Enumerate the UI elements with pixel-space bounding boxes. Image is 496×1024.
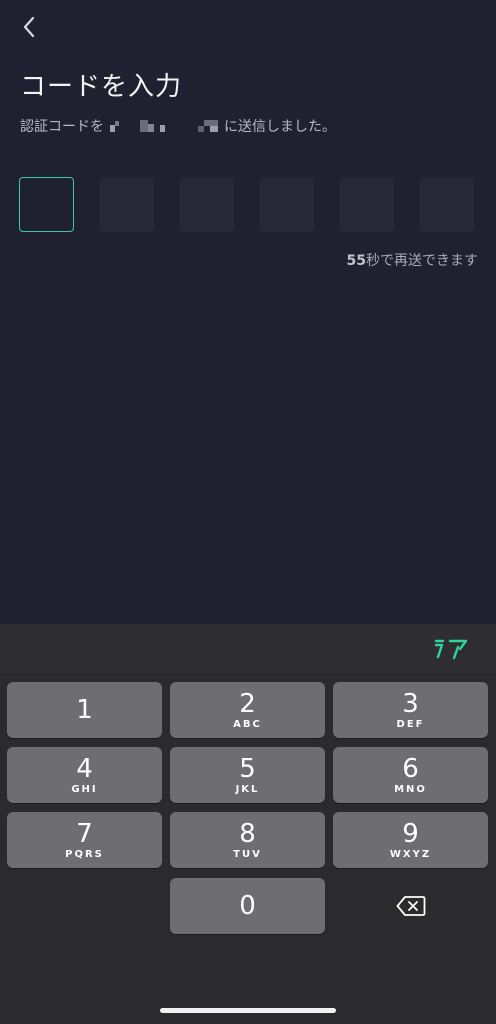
- key-letters: GHI: [71, 784, 98, 795]
- key-letters: JKL: [235, 784, 260, 795]
- code-digit-box-5[interactable]: [339, 177, 394, 232]
- key-7[interactable]: 7 PQRS: [7, 812, 162, 868]
- key-digit: 1: [76, 695, 93, 725]
- code-digit-box-3[interactable]: [179, 177, 234, 232]
- home-indicator[interactable]: [160, 1008, 336, 1013]
- key-digit: 6: [402, 754, 419, 784]
- key-6[interactable]: 6 MNO: [333, 747, 488, 803]
- key-digit: 8: [239, 819, 256, 849]
- code-digit-box-2[interactable]: [99, 177, 154, 232]
- key-4[interactable]: 4 GHI: [7, 747, 162, 803]
- resend-text: 秒で再送できます: [366, 253, 478, 269]
- resend-countdown: 55秒で再送できます: [347, 250, 478, 270]
- key-digit: 3: [402, 689, 419, 719]
- page-subtitle: 認証コードを に送信しました。: [20, 116, 336, 136]
- key-letters: PQRS: [65, 849, 104, 860]
- subtitle-suffix: に送信しました。: [224, 119, 336, 135]
- resend-seconds: 55: [346, 253, 366, 269]
- page-title: コードを入力: [20, 72, 183, 102]
- key-digit: 0: [239, 891, 256, 921]
- key-letters: ABC: [233, 719, 262, 730]
- key-5[interactable]: 5 JKL: [170, 747, 325, 803]
- key-2[interactable]: 2 ABC: [170, 682, 325, 738]
- back-button[interactable]: [14, 12, 44, 42]
- key-digit: 7: [76, 819, 93, 849]
- app-logo-icon: [434, 639, 468, 660]
- key-letters: DEF: [396, 719, 425, 730]
- redacted-phone: [110, 120, 218, 132]
- keyboard-toolbar: [0, 624, 496, 674]
- subtitle-prefix: 認証コードを: [20, 119, 104, 135]
- code-digit-box-6[interactable]: [419, 177, 474, 232]
- key-digit: 2: [239, 689, 256, 719]
- key-digit: 4: [76, 754, 93, 784]
- key-digit: 9: [402, 819, 419, 849]
- key-9[interactable]: 9 WXYZ: [333, 812, 488, 868]
- code-input-row[interactable]: [19, 177, 474, 232]
- verification-screen: コードを入力 認証コードを に送信しました。 55秒で再送できます 1 2 AB…: [0, 0, 496, 1024]
- key-digit: 5: [239, 754, 256, 784]
- backspace-icon: [396, 896, 425, 916]
- key-letters: WXYZ: [389, 849, 432, 860]
- key-0[interactable]: 0: [170, 878, 325, 934]
- key-letters: MNO: [394, 784, 427, 795]
- code-digit-box-1[interactable]: [19, 177, 74, 232]
- chevron-left-icon: [23, 16, 35, 38]
- backspace-button[interactable]: [333, 878, 488, 934]
- key-1[interactable]: 1: [7, 682, 162, 738]
- code-digit-box-4[interactable]: [259, 177, 314, 232]
- key-3[interactable]: 3 DEF: [333, 682, 488, 738]
- key-letters: TUV: [233, 849, 262, 860]
- key-8[interactable]: 8 TUV: [170, 812, 325, 868]
